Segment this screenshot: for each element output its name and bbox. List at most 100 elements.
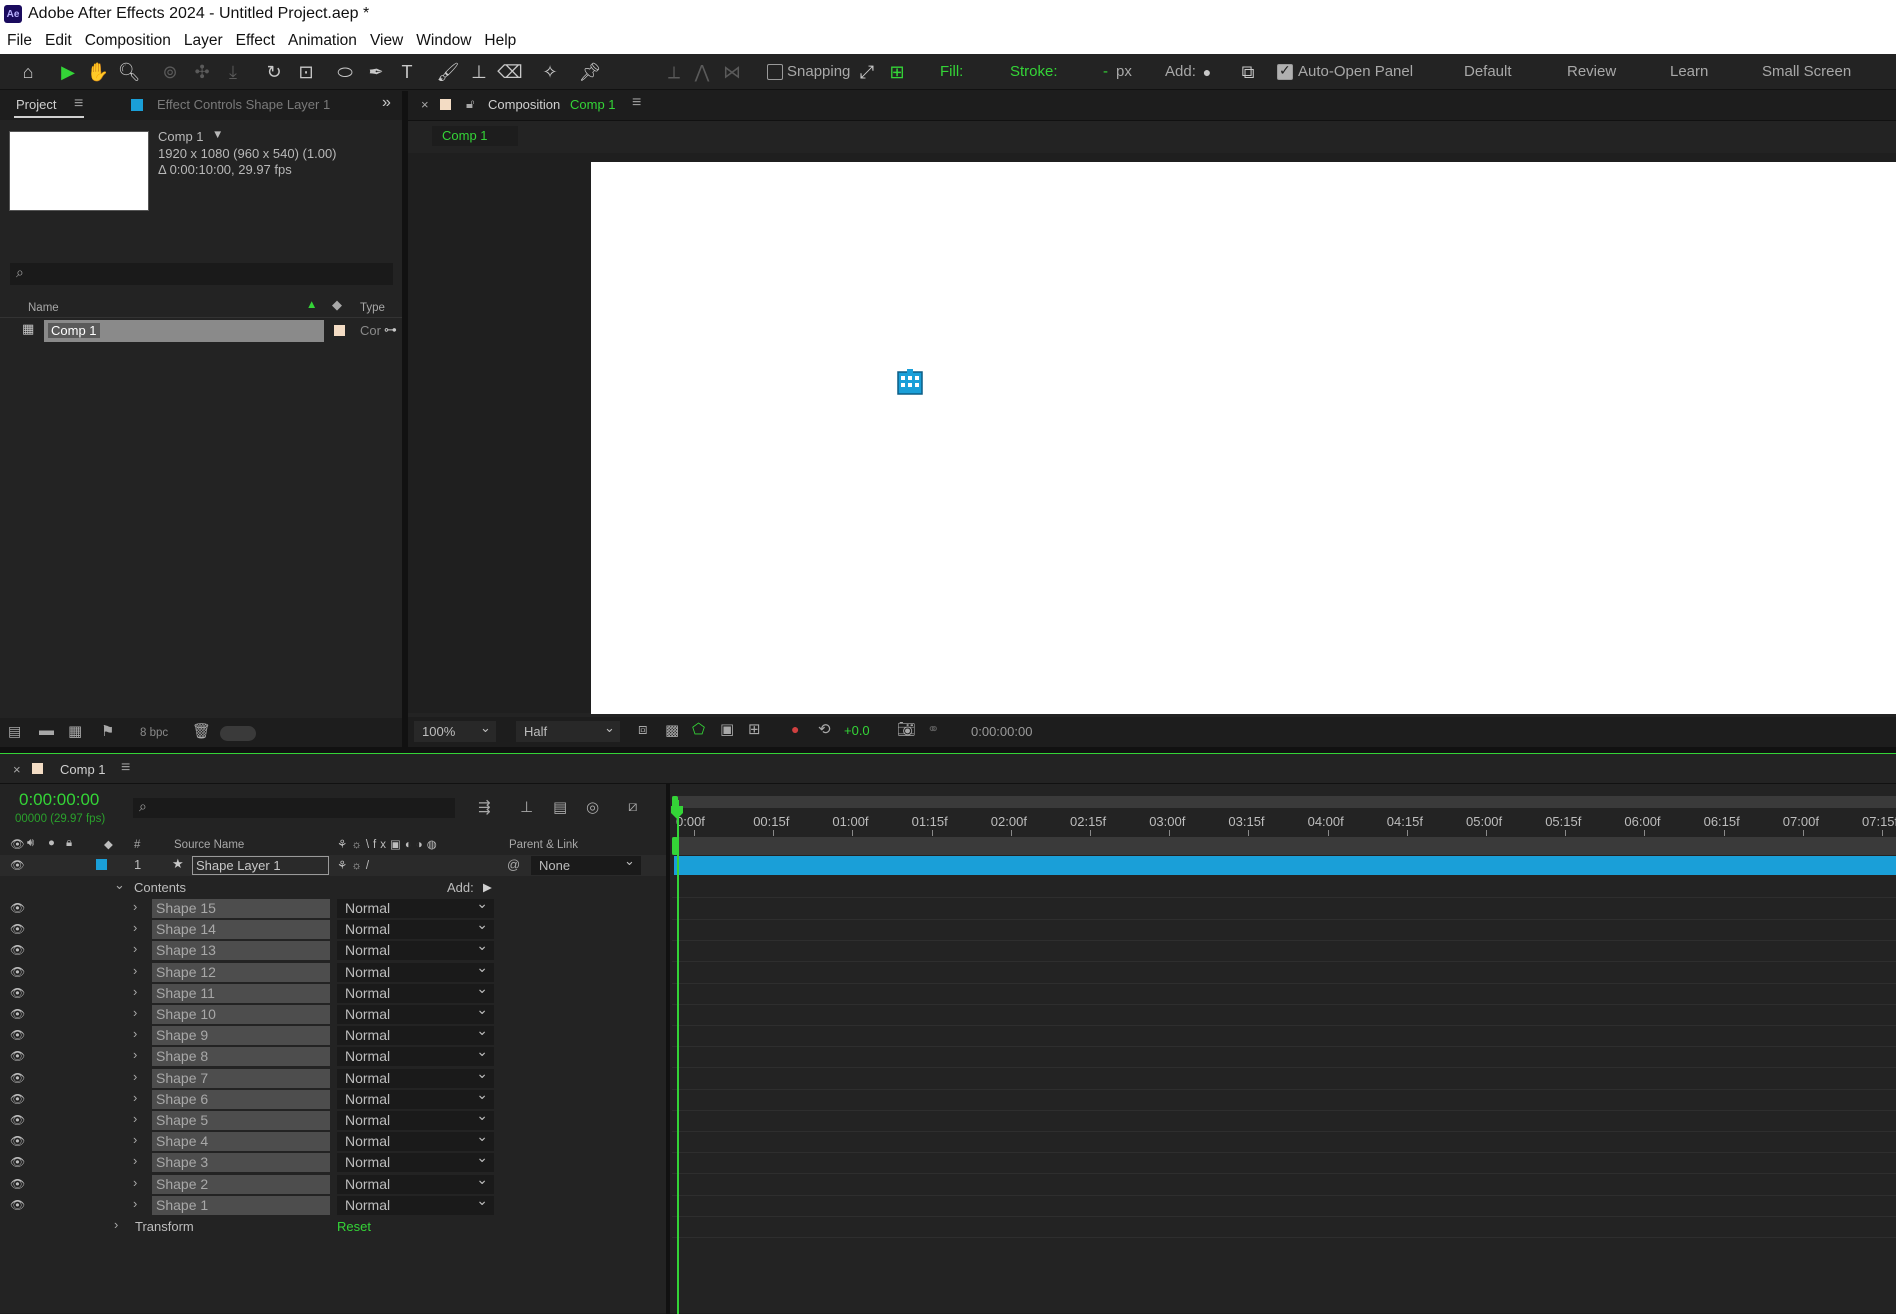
menu-animation[interactable]: Animation — [288, 32, 357, 50]
eye-icon[interactable]: 👁︎ — [10, 1049, 25, 1063]
selection-tool-icon[interactable]: ▶ — [56, 60, 80, 84]
transform-lane[interactable] — [672, 1217, 1896, 1238]
puppet-tool-icon[interactable]: 📌︎ — [578, 60, 602, 84]
shape-row[interactable]: 👁︎ › Shape 10 Normal — [0, 1000, 670, 1025]
work-area-bar[interactable] — [672, 796, 1896, 808]
source-name-header[interactable]: Source Name — [174, 839, 244, 851]
channel-icon[interactable]: ● — [791, 721, 799, 737]
brush-tool-icon[interactable]: 🖌︎ — [436, 60, 460, 84]
menu-edit[interactable]: Edit — [45, 32, 72, 50]
menu-view[interactable]: View — [370, 32, 403, 50]
chevron-right-icon[interactable]: › — [133, 941, 137, 956]
workspace-default[interactable]: Default — [1464, 63, 1512, 80]
chevron-right-icon[interactable]: › — [133, 984, 137, 999]
shape-name[interactable]: Shape 12 — [152, 962, 330, 982]
lock-header-icon[interactable]: 🔒︎ — [66, 837, 72, 850]
playhead-line[interactable] — [677, 800, 679, 1314]
shape-row[interactable]: 👁︎ › Shape 14 Normal — [0, 915, 670, 940]
chevron-right-icon[interactable]: › — [133, 1026, 137, 1041]
shape-keyframe-lane[interactable] — [672, 1090, 1896, 1111]
eye-icon[interactable]: 👁︎ — [10, 1028, 25, 1042]
shape-keyframe-lane[interactable] — [672, 984, 1896, 1005]
blend-mode-dropdown[interactable]: Normal — [337, 915, 494, 940]
frame-blending-icon[interactable]: ◎ — [586, 798, 599, 816]
blend-mode-dropdown[interactable]: Normal — [337, 1148, 494, 1173]
close-tab-icon[interactable]: × — [421, 97, 429, 112]
timeline-split-divider[interactable] — [666, 784, 670, 1314]
shape-name[interactable]: Shape 2 — [152, 1174, 330, 1194]
chevron-right-icon[interactable]: › — [133, 963, 137, 978]
chevron-right-icon[interactable]: › — [133, 1069, 137, 1084]
exposure-value[interactable]: +0.0 — [844, 723, 870, 738]
shape-row[interactable]: 👁︎ › Shape 15 Normal — [0, 894, 670, 919]
pan-behind-tool-icon[interactable]: ⊡ — [294, 60, 318, 84]
transform-reset-link[interactable]: Reset — [337, 1219, 371, 1234]
shape-row[interactable]: 👁︎ › Shape 7 Normal — [0, 1064, 670, 1089]
hand-tool-icon[interactable]: ✋ — [86, 60, 110, 84]
layer-row[interactable]: 👁︎ 1 ★ Shape Layer 1 ⚘☼/ @ None ⌄ — [0, 853, 670, 876]
menu-file[interactable]: File — [7, 32, 32, 50]
project-search-input[interactable]: ⌕ — [10, 263, 393, 285]
eye-icon[interactable]: 👁︎ — [10, 1134, 25, 1148]
chevron-right-icon[interactable]: › — [133, 1196, 137, 1211]
eye-icon[interactable]: 👁︎ — [10, 943, 25, 957]
layer-label-color[interactable] — [96, 859, 107, 870]
transparency-grid-icon[interactable]: ▩ — [665, 721, 679, 739]
shape-name[interactable]: Shape 1 — [152, 1195, 330, 1215]
clone-stamp-tool-icon[interactable]: ⊥ — [467, 60, 491, 84]
trash-icon[interactable]: 🗑︎ — [192, 722, 211, 740]
chevron-right-icon[interactable]: › — [114, 1217, 118, 1232]
audio-switch-header-icon[interactable]: 🔊︎ — [27, 837, 34, 850]
column-type-header[interactable]: Type — [360, 302, 385, 314]
add-content-icon[interactable]: ▶ — [483, 880, 492, 894]
breadcrumb-comp[interactable]: Comp 1 — [442, 128, 488, 143]
shape-name[interactable]: Shape 4 — [152, 1132, 330, 1152]
column-name-header[interactable]: Name — [28, 302, 59, 314]
zoom-tool-icon[interactable]: 🔍︎ — [117, 60, 141, 84]
shape-keyframe-lane[interactable] — [672, 1196, 1896, 1217]
blend-mode-dropdown[interactable]: Normal — [337, 1064, 494, 1088]
tab-effect-controls[interactable]: Effect Controls Shape Layer 1 — [157, 97, 330, 112]
ellipse-tool-icon[interactable]: ⬭ — [333, 60, 357, 84]
world-axis-icon[interactable]: ⋀ — [690, 60, 714, 84]
eye-icon[interactable]: 👁︎ — [10, 1155, 25, 1169]
current-time-display[interactable]: 0:00:00:00 — [19, 790, 99, 810]
shape-row[interactable]: 👁︎ › Shape 12 Normal — [0, 958, 670, 983]
blend-mode-dropdown[interactable]: Normal — [337, 1106, 494, 1130]
shape-row[interactable]: 👁︎ › Shape 9 Normal — [0, 1021, 670, 1046]
shape-name[interactable]: Shape 9 — [152, 1026, 330, 1046]
eye-icon[interactable]: 👁︎ — [10, 1113, 25, 1127]
shape-row[interactable]: 👁︎ › Shape 1 Normal — [0, 1191, 670, 1216]
pan-camera-icon[interactable]: ✣ — [190, 60, 214, 84]
shape-name[interactable]: Shape 6 — [152, 1089, 330, 1109]
shape-keyframe-lane[interactable] — [672, 1111, 1896, 1132]
chevron-right-icon[interactable]: › — [133, 1132, 137, 1147]
pen-tool-icon[interactable]: ✒ — [364, 60, 388, 84]
blend-mode-dropdown[interactable]: Normal — [337, 1170, 494, 1194]
roto-brush-tool-icon[interactable]: ✧ — [538, 60, 562, 84]
menu-composition[interactable]: Composition — [85, 32, 171, 50]
label-column-tag-icon[interactable]: ◆ — [332, 297, 342, 313]
graph-editor-icon[interactable]: ⧄ — [628, 798, 638, 815]
solo-header-icon[interactable]: ● — [48, 837, 55, 849]
transform-row[interactable]: › Transform Reset — [0, 1216, 670, 1237]
shape-name[interactable]: Shape 14 — [152, 920, 330, 940]
add-shape-icon[interactable]: ● — [1195, 60, 1219, 84]
panel-menu-icon[interactable]: ≡ — [74, 95, 83, 113]
project-item-name[interactable]: Comp 1 — [48, 323, 100, 338]
eye-icon[interactable]: 👁︎ — [10, 986, 25, 1000]
blend-mode-dropdown[interactable]: Normal — [337, 1021, 494, 1046]
snap-edges-icon[interactable]: ⤢ — [855, 60, 879, 84]
eye-icon[interactable]: 👁︎ — [10, 1092, 25, 1106]
type-tool-icon[interactable]: T — [395, 60, 419, 84]
eye-icon[interactable]: 👁︎ — [10, 1177, 25, 1191]
shape-row[interactable]: 👁︎ › Shape 8 Normal — [0, 1042, 670, 1067]
new-composition-icon[interactable]: ▦ — [68, 722, 82, 740]
fast-previews-icon[interactable]: ⧈ — [638, 721, 648, 738]
shape-row[interactable]: 👁︎ › Shape 13 Normal — [0, 936, 670, 961]
playhead-handle[interactable] — [670, 806, 684, 820]
composition-menu-icon[interactable]: ≡ — [632, 94, 641, 112]
shape-name[interactable]: Shape 7 — [152, 1068, 330, 1088]
composition-flowchart-icon[interactable]: ⇶ — [478, 798, 491, 816]
view-axis-icon[interactable]: ⋈ — [720, 60, 744, 84]
